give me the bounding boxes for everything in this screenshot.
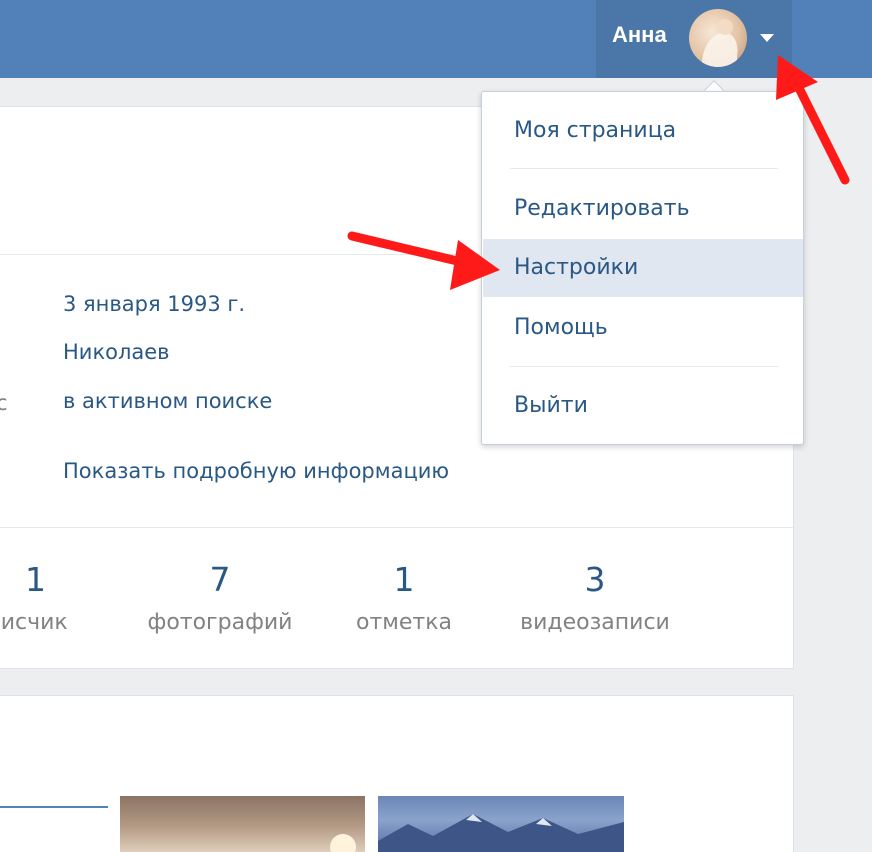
photo-thumbnail-1[interactable] (120, 796, 365, 852)
info-city-value[interactable]: Николаев (63, 340, 170, 364)
user-avatar[interactable] (689, 9, 747, 67)
counter-tags-label: отметка (356, 610, 452, 635)
profile-divider-counters (0, 527, 793, 528)
counter-photos[interactable]: 7 фотографий (140, 560, 300, 635)
menu-separator (510, 366, 778, 367)
counter-followers-value: 1 (25, 560, 46, 599)
counter-photos-value: 7 (209, 560, 231, 599)
counter-tags-value: 1 (393, 560, 415, 599)
menu-item-settings[interactable]: Настройки (483, 239, 803, 297)
mountain-photo-icon (378, 814, 624, 852)
photo-thumbnail-2[interactable] (378, 796, 624, 852)
counter-tags[interactable]: 1 отметка (340, 560, 468, 635)
header-user-name[interactable]: Анна (612, 22, 667, 48)
counter-followers-label: писчик (0, 610, 68, 635)
counter-photos-label: фотографий (147, 610, 293, 635)
info-birthday-value[interactable]: 3 января 1993 г. (63, 292, 245, 316)
show-more-info-link[interactable]: Показать подробную информацию (63, 459, 449, 483)
counter-videos[interactable]: 3 видеозаписи (505, 560, 685, 635)
info-relationship-value[interactable]: в активном поиске (63, 389, 272, 413)
menu-item-edit[interactable]: Редактировать (483, 180, 803, 238)
photos-tab-underline (0, 806, 108, 808)
profile-divider-top (0, 254, 480, 255)
menu-item-help[interactable]: Помощь (483, 299, 803, 357)
counter-videos-value: 3 (584, 560, 606, 599)
menu-item-logout[interactable]: Выйти (483, 377, 803, 435)
info-relationship-label: c (0, 391, 8, 415)
counter-followers[interactable]: 1 писчик (0, 560, 94, 635)
counter-videos-label: видеозаписи (520, 610, 670, 635)
menu-separator (510, 168, 778, 169)
menu-item-my-page[interactable]: Моя страница (483, 102, 803, 160)
caret-down-icon[interactable] (760, 34, 774, 42)
avatar-photo-icon (701, 19, 738, 67)
user-dropdown-menu: Моя страница Редактировать Настройки Пом… (481, 91, 804, 445)
